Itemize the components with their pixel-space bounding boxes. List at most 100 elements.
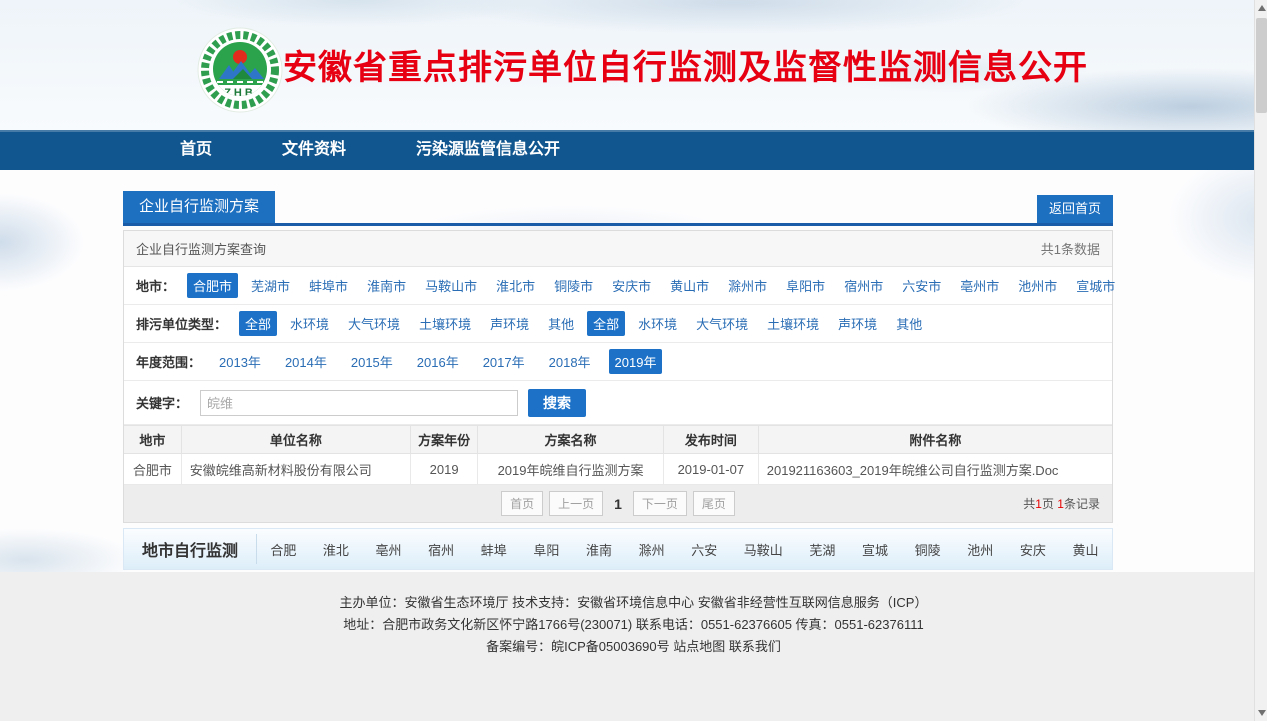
- year-option-2013[interactable]: 2013年: [213, 349, 267, 374]
- keyword-label: 关键字：: [136, 393, 188, 412]
- cell-plan-year: 2019: [411, 454, 478, 485]
- tab-self-monitoring-plan[interactable]: 企业自行监测方案: [123, 191, 275, 223]
- keyword-input[interactable]: [200, 390, 518, 416]
- footer-organizer-line: 主办单位：安徽省生态环境厅 技术支持：安徽省环境信息中心 安徽省非经营性互联网信…: [0, 592, 1267, 614]
- vertical-scrollbar[interactable]: [1254, 0, 1267, 721]
- strip-city-anqing[interactable]: 安庆: [1020, 540, 1046, 559]
- strip-city-chizhou[interactable]: 池州: [967, 540, 993, 559]
- col-header-publish-date: 发布时间: [663, 426, 758, 454]
- strip-city-huainan[interactable]: 淮南: [586, 540, 612, 559]
- search-button[interactable]: 搜索: [528, 389, 586, 417]
- back-home-button[interactable]: 返回首页: [1037, 195, 1113, 223]
- city-option-huangshan[interactable]: 黄山市: [664, 273, 715, 298]
- city-strip-label: 地市自行监测: [124, 537, 256, 561]
- cell-city: 合肥市: [124, 454, 181, 485]
- year-option-2019[interactable]: 2019年: [609, 349, 663, 374]
- nav-item-documents[interactable]: 文件资料: [247, 130, 381, 170]
- city-option-suzhou[interactable]: 宿州市: [838, 273, 889, 298]
- strip-city-links: 合肥 淮北 亳州 宿州 蚌埠 阜阳 淮南 滁州 六安 马鞍山 芜湖 宣城 铜陵 …: [257, 540, 1112, 559]
- type-option-noise-1[interactable]: 声环境: [484, 311, 535, 336]
- scrollbar-thumb[interactable]: [1256, 18, 1267, 113]
- table-row: 合肥市 安徽皖维高新材料股份有限公司 2019 2019年皖维自行监测方案 20…: [124, 454, 1112, 485]
- type-filter-row: 排污单位类型： 全部 水环境 大气环境 土壤环境 声环境 其他 全部 水环境 大…: [124, 305, 1112, 343]
- strip-city-bozhou[interactable]: 亳州: [376, 540, 402, 559]
- city-option-chuzhou[interactable]: 滁州市: [722, 273, 773, 298]
- summary-mid: 页: [1042, 497, 1057, 511]
- strip-city-suzhou[interactable]: 宿州: [428, 540, 454, 559]
- strip-city-xuancheng[interactable]: 宣城: [862, 540, 888, 559]
- strip-city-bengbu[interactable]: 蚌埠: [481, 540, 507, 559]
- type-option-air-1[interactable]: 大气环境: [342, 311, 406, 336]
- environmental-protection-logo-icon: ZHB: [197, 27, 283, 113]
- prev-page-button[interactable]: 上一页: [549, 491, 603, 516]
- strip-city-huangshan[interactable]: 黄山: [1072, 540, 1098, 559]
- type-option-soil-1[interactable]: 土壤环境: [413, 311, 477, 336]
- city-option-huainan[interactable]: 淮南市: [361, 273, 412, 298]
- summary-record-count: 1: [1057, 497, 1064, 511]
- col-header-attachment: 附件名称: [758, 426, 1112, 454]
- table-header-row: 地市 单位名称 方案年份 方案名称 发布时间 附件名称: [124, 426, 1112, 454]
- type-option-other-1[interactable]: 其他: [542, 311, 580, 336]
- nav-item-home[interactable]: 首页: [145, 130, 247, 170]
- strip-city-chuzhou[interactable]: 滁州: [639, 540, 665, 559]
- summary-suffix: 条记录: [1064, 497, 1100, 511]
- site-header: ZHB 安徽省重点排污单位自行监测及监督性监测信息公开: [0, 0, 1267, 130]
- city-option-fuyang[interactable]: 阜阳市: [780, 273, 831, 298]
- strip-city-luan[interactable]: 六安: [691, 540, 717, 559]
- strip-city-hefei[interactable]: 合肥: [270, 540, 296, 559]
- results-table: 地市 单位名称 方案年份 方案名称 发布时间 附件名称 合肥市 安徽皖维高新材料…: [124, 425, 1112, 485]
- city-filter-label: 地市：: [136, 276, 175, 295]
- city-filter-row: 地市： 合肥市 芜湖市 蚌埠市 淮南市 马鞍山市 淮北市 铜陵市 安庆市 黄山市…: [124, 267, 1112, 305]
- scroll-up-icon[interactable]: [1258, 5, 1266, 11]
- type-filter-label: 排污单位类型：: [136, 314, 227, 333]
- panel-title: 企业自行监测方案查询: [136, 239, 266, 258]
- page-title: 安徽省重点排污单位自行监测及监督性监测信息公开: [283, 40, 1088, 89]
- city-option-bengbu[interactable]: 蚌埠市: [303, 273, 354, 298]
- total-count: 共1条数据: [1041, 239, 1100, 258]
- city-options: 合肥市 芜湖市 蚌埠市 淮南市 马鞍山市 淮北市 铜陵市 安庆市 黄山市 滁州市…: [187, 273, 1128, 298]
- strip-city-fuyang[interactable]: 阜阳: [533, 540, 559, 559]
- summary-prefix: 共: [1023, 497, 1035, 511]
- year-option-2018[interactable]: 2018年: [543, 349, 597, 374]
- type-option-water-2[interactable]: 水环境: [632, 311, 683, 336]
- type-option-other-2[interactable]: 其他: [890, 311, 928, 336]
- type-option-water-1[interactable]: 水环境: [284, 311, 335, 336]
- city-option-maanshan[interactable]: 马鞍山市: [419, 273, 483, 298]
- year-option-2014[interactable]: 2014年: [279, 349, 333, 374]
- city-option-xuancheng[interactable]: 宣城市: [1070, 273, 1121, 298]
- main-navigation: 首页 文件资料 污染源监管信息公开: [0, 130, 1267, 170]
- scroll-down-icon[interactable]: [1258, 710, 1266, 716]
- next-page-button[interactable]: 下一页: [633, 491, 687, 516]
- first-page-button[interactable]: 首页: [501, 491, 543, 516]
- last-page-button[interactable]: 尾页: [693, 491, 735, 516]
- city-option-chizhou[interactable]: 池州市: [1012, 273, 1063, 298]
- type-option-noise-2[interactable]: 声环境: [832, 311, 883, 336]
- city-option-luan[interactable]: 六安市: [896, 273, 947, 298]
- type-option-air-2[interactable]: 大气环境: [690, 311, 754, 336]
- type-option-all-1[interactable]: 全部: [239, 311, 277, 336]
- col-header-city: 地市: [124, 426, 181, 454]
- cell-publish-date: 2019-01-07: [663, 454, 758, 485]
- year-filter-row: 年度范围： 2013年 2014年 2015年 2016年 2017年 2018…: [124, 343, 1112, 381]
- city-option-hefei[interactable]: 合肥市: [187, 273, 238, 298]
- strip-city-maanshan[interactable]: 马鞍山: [744, 540, 783, 559]
- year-option-2015[interactable]: 2015年: [345, 349, 399, 374]
- cell-unit-name: 安徽皖维高新材料股份有限公司: [181, 454, 410, 485]
- panel-header: 企业自行监测方案查询 共1条数据: [124, 231, 1112, 267]
- year-option-2017[interactable]: 2017年: [477, 349, 531, 374]
- city-option-tongling[interactable]: 铜陵市: [548, 273, 599, 298]
- type-option-soil-2[interactable]: 土壤环境: [761, 311, 825, 336]
- year-option-2016[interactable]: 2016年: [411, 349, 465, 374]
- city-option-wuhu[interactable]: 芜湖市: [245, 273, 296, 298]
- nav-item-pollution-supervision[interactable]: 污染源监管信息公开: [381, 130, 595, 170]
- city-option-bozhou[interactable]: 亳州市: [954, 273, 1005, 298]
- city-self-monitoring-strip: 地市自行监测 合肥 淮北 亳州 宿州 蚌埠 阜阳 淮南 滁州 六安 马鞍山 芜湖…: [123, 528, 1113, 570]
- strip-city-huaibei[interactable]: 淮北: [323, 540, 349, 559]
- strip-city-tongling[interactable]: 铜陵: [915, 540, 941, 559]
- cell-attachment-link[interactable]: 201921163603_2019年皖维公司自行监测方案.Doc: [758, 454, 1112, 485]
- city-option-huaibei[interactable]: 淮北市: [490, 273, 541, 298]
- strip-city-wuhu[interactable]: 芜湖: [809, 540, 835, 559]
- type-option-all-2[interactable]: 全部: [587, 311, 625, 336]
- query-panel: 企业自行监测方案查询 共1条数据 地市： 合肥市 芜湖市 蚌埠市 淮南市 马鞍山…: [123, 230, 1113, 523]
- city-option-anqing[interactable]: 安庆市: [606, 273, 657, 298]
